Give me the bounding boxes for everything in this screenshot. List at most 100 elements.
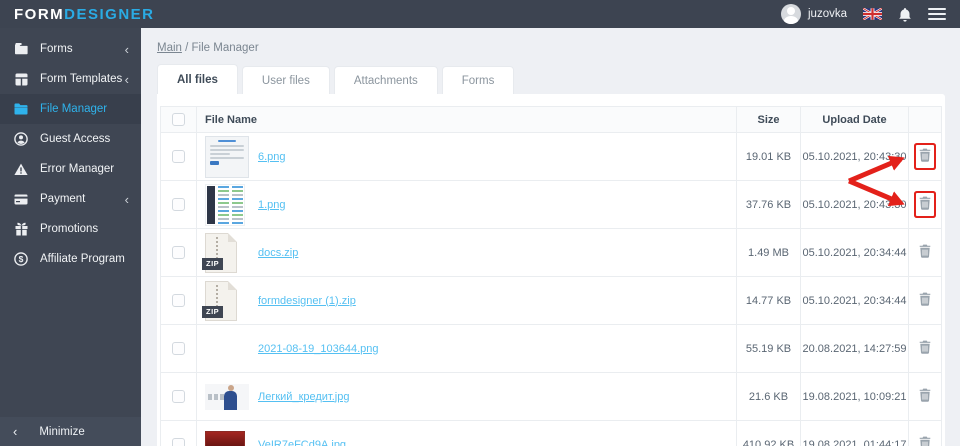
file-thumbnail xyxy=(205,135,249,178)
logo-primary: FORM xyxy=(14,5,65,23)
sidebar-item-form-templates[interactable]: Form Templates ‹ xyxy=(0,64,141,94)
breadcrumb-current: File Manager xyxy=(191,42,259,54)
delete-file-button[interactable] xyxy=(916,433,934,446)
payment-icon xyxy=(13,194,29,205)
sidebar-item-label: Payment xyxy=(40,193,86,205)
chevron-left-icon: ‹ xyxy=(124,41,129,57)
breadcrumb-main-link[interactable]: Main xyxy=(157,42,182,54)
file-name-link[interactable]: formdesigner (1).zip xyxy=(258,295,356,307)
file-name-link[interactable]: 1.png xyxy=(258,199,286,211)
row-checkbox[interactable] xyxy=(172,294,185,307)
delete-file-button[interactable] xyxy=(916,289,934,312)
notifications-bell-icon[interactable] xyxy=(898,7,912,22)
sidebar-item-label: Guest Access xyxy=(40,133,111,145)
tab-forms[interactable]: Forms xyxy=(441,66,515,94)
file-upload-date: 05.10.2021, 20:43:30 xyxy=(800,180,909,229)
affiliate-program-icon: $ xyxy=(13,252,29,266)
file-thumbnail xyxy=(205,183,245,226)
file-name-link[interactable]: 6.png xyxy=(258,151,286,163)
row-checkbox[interactable] xyxy=(172,150,185,163)
table-header-row: File Name Size Upload Date xyxy=(160,106,942,133)
select-all-checkbox[interactable] xyxy=(172,113,185,126)
sidebar-item-label: Forms xyxy=(40,43,73,55)
sidebar-item-label: Promotions xyxy=(40,223,99,235)
chevron-left-icon: ‹ xyxy=(124,71,129,87)
table-row: 6.png 19.01 KB 05.10.2021, 20:43:30 xyxy=(160,132,942,181)
tab-user-files[interactable]: User files xyxy=(241,66,330,94)
chevron-left-icon: ‹ xyxy=(124,191,129,207)
table-row: ZIP formdesigner (1).zip 14.77 KB 05.10.202… xyxy=(160,276,942,325)
sidebar-item-forms[interactable]: Forms ‹ xyxy=(0,34,141,64)
app-logo[interactable]: FORMDESIGNER xyxy=(14,6,155,23)
table-row: VeIR7eFCd9A.jpg 410.92 KB 19.08.2021, 01:4… xyxy=(160,420,942,446)
logo-secondary: DESIGNER xyxy=(64,5,155,23)
sidebar-item-label: Error Manager xyxy=(40,163,115,175)
delete-file-button[interactable] xyxy=(916,385,934,408)
sidebar: Forms ‹ Form Templates ‹ File Manager Guest A… xyxy=(0,28,141,446)
table-row: 2021-08-19_103644.png 55.19 KB 20.08.2021,… xyxy=(160,324,942,373)
trash-icon xyxy=(919,292,931,309)
sidebar-item-file-manager[interactable]: File Manager xyxy=(0,94,141,124)
tab-attachments[interactable]: Attachments xyxy=(333,66,438,94)
language-flag-icon[interactable] xyxy=(863,8,882,20)
file-name-link[interactable]: VeIR7eFCd9A.jpg xyxy=(258,439,346,446)
file-upload-date: 19.08.2021, 01:44:17 xyxy=(800,420,909,446)
user-menu[interactable]: juzovka xyxy=(781,4,847,24)
file-size: 55.19 KB xyxy=(736,324,801,373)
main-content: Main / File Manager All files User files A… xyxy=(141,28,960,446)
sidebar-item-affiliate-program[interactable]: $ Affiliate Program xyxy=(0,244,141,274)
file-thumbnail xyxy=(205,431,245,446)
file-size: 19.01 KB xyxy=(736,132,801,181)
tab-panel: File Name Size Upload Date 6.png 19.01 KB… xyxy=(157,94,945,446)
sidebar-item-payment[interactable]: Payment ‹ xyxy=(0,184,141,214)
file-thumbnail xyxy=(205,336,249,362)
error-manager-icon xyxy=(13,163,29,176)
trash-icon xyxy=(919,244,931,261)
column-header-upload-date: Upload Date xyxy=(800,106,909,133)
column-header-size: Size xyxy=(736,106,801,133)
table-row: ZIP docs.zip 1.49 MB 05.10.2021, 20:34:44 xyxy=(160,228,942,277)
avatar xyxy=(781,4,801,24)
row-checkbox[interactable] xyxy=(172,342,185,355)
file-thumbnail xyxy=(205,383,249,410)
guest-access-icon xyxy=(13,132,29,146)
file-upload-date: 05.10.2021, 20:34:44 xyxy=(800,276,909,325)
trash-icon xyxy=(919,436,931,446)
delete-file-button[interactable] xyxy=(916,241,934,264)
tab-all-files[interactable]: All files xyxy=(157,64,238,94)
row-checkbox[interactable] xyxy=(172,246,185,259)
file-upload-date: 05.10.2021, 20:34:44 xyxy=(800,228,909,277)
svg-text:$: $ xyxy=(19,254,24,264)
file-upload-date: 05.10.2021, 20:43:30 xyxy=(800,132,909,181)
sidebar-item-label: File Manager xyxy=(40,103,108,115)
delete-file-button[interactable] xyxy=(916,193,934,216)
file-name-link[interactable]: Легкий_кредит.jpg xyxy=(258,391,350,403)
file-name-link[interactable]: docs.zip xyxy=(258,247,298,259)
sidebar-minimize-button[interactable]: ‹ Minimize xyxy=(0,417,141,446)
file-name-link[interactable]: 2021-08-19_103644.png xyxy=(258,343,379,355)
delete-file-button[interactable] xyxy=(916,337,934,360)
file-size: 410.92 KB xyxy=(736,420,801,446)
zip-file-icon: ZIP xyxy=(202,280,237,321)
form-templates-icon xyxy=(13,73,29,86)
menu-toggle-icon[interactable] xyxy=(928,8,946,20)
sidebar-item-guest-access[interactable]: Guest Access xyxy=(0,124,141,154)
file-upload-date: 20.08.2021, 14:27:59 xyxy=(800,324,909,373)
file-upload-date: 19.08.2021, 10:09:21 xyxy=(800,372,909,421)
trash-icon xyxy=(919,148,931,165)
sidebar-item-promotions[interactable]: Promotions xyxy=(0,214,141,244)
row-checkbox[interactable] xyxy=(172,198,185,211)
zip-file-icon: ZIP xyxy=(202,232,237,273)
row-checkbox[interactable] xyxy=(172,390,185,403)
forms-icon xyxy=(13,42,29,56)
promotions-icon xyxy=(13,222,29,236)
file-size: 37.76 KB xyxy=(736,180,801,229)
sidebar-item-error-manager[interactable]: Error Manager xyxy=(0,154,141,184)
delete-file-button[interactable] xyxy=(916,145,934,168)
trash-icon xyxy=(919,340,931,357)
row-checkbox[interactable] xyxy=(172,438,185,446)
chevron-left-icon: ‹ xyxy=(13,424,18,439)
table-row: 1.png 37.76 KB 05.10.2021, 20:43:30 xyxy=(160,180,942,229)
files-table: File Name Size Upload Date 6.png 19.01 KB… xyxy=(160,106,942,446)
file-size: 1.49 MB xyxy=(736,228,801,277)
